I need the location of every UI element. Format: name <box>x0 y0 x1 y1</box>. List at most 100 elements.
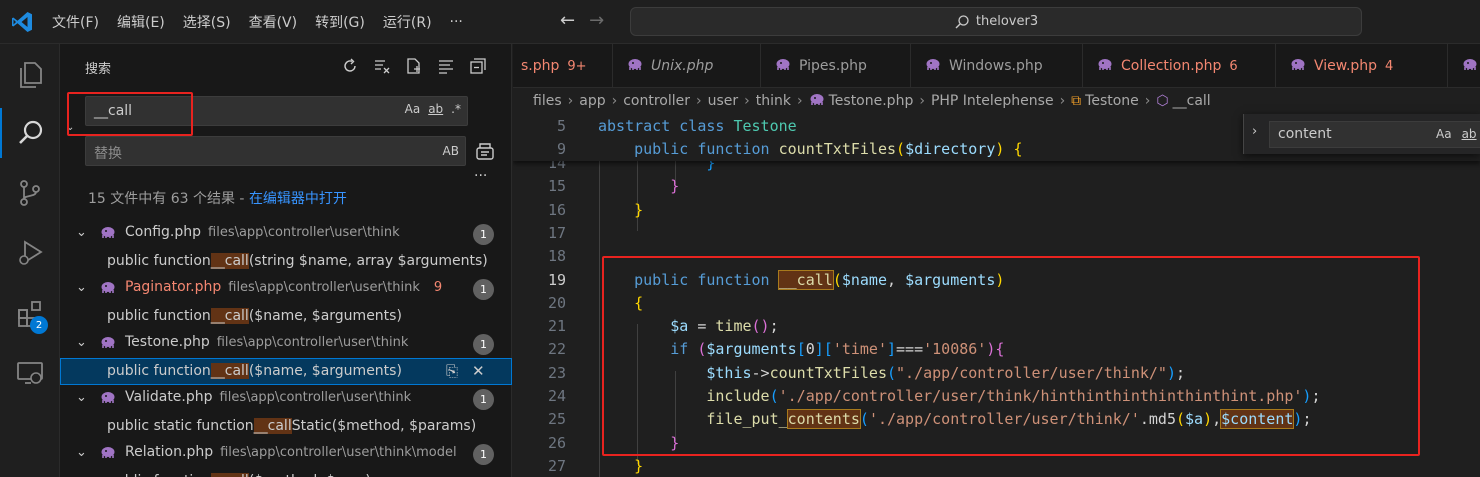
result-file-row[interactable]: ⌄ Validate.php files\app\controller\user\t… <box>60 385 512 413</box>
code-text: } <box>598 199 643 222</box>
line-number: 24 <box>547 387 566 405</box>
menu-view[interactable]: 查看(V) <box>249 12 298 32</box>
dismiss-icon[interactable]: ✕ <box>472 362 485 380</box>
search-results-tree: ⌄ Config.php files\app\controller\user\thi… <box>60 220 512 477</box>
line-number: 18 <box>547 247 566 266</box>
replace-icon[interactable]: ⎘ <box>446 362 458 380</box>
editor-tab[interactable] <box>1448 44 1480 87</box>
remote-explorer-icon <box>17 362 43 384</box>
use-regex-icon[interactable]: .* <box>451 102 461 116</box>
problem-count: 9 <box>433 280 443 295</box>
method-symbol-icon: ⬡ <box>1156 93 1169 109</box>
breadcrumb-item[interactable]: __call <box>1173 93 1211 109</box>
match-whole-word-icon[interactable]: ab <box>428 102 443 116</box>
clear-results-icon[interactable] <box>372 56 392 76</box>
breadcrumb-item[interactable]: app <box>579 93 605 109</box>
command-center[interactable]: thelover3 <box>630 7 1362 36</box>
editor-tab[interactable]: View.php 4 <box>1276 44 1448 87</box>
search-view-button[interactable] <box>0 108 60 158</box>
breadcrumb-item[interactable]: PHP Intelephense <box>931 93 1054 109</box>
code-token: } <box>670 177 680 196</box>
menu-more[interactable]: ··· <box>450 14 463 30</box>
editor-tab[interactable]: s.php 9+ <box>513 44 613 87</box>
refresh-icon[interactable] <box>340 56 360 76</box>
breadcrumb-separator-icon: › <box>567 93 574 109</box>
php-file-icon <box>1097 57 1113 75</box>
open-in-editor-link[interactable]: 在编辑器中打开 <box>249 191 347 207</box>
match-prefix: public function <box>107 308 211 325</box>
find-input-value: content <box>1278 126 1332 142</box>
result-file-row[interactable]: ⌄ Paginator.php files\app\controller\user\… <box>60 275 512 303</box>
line-number: 5 <box>556 117 566 135</box>
tab-problem-count: 4 <box>1385 58 1394 74</box>
line-number: 27 <box>547 456 566 475</box>
breadcrumb-item[interactable]: user <box>708 93 739 109</box>
toggle-replace-icon[interactable]: › <box>1252 124 1257 139</box>
code-text: public function countTxtFiles($directory… <box>598 138 1022 161</box>
menu-selection[interactable]: 选择(S) <box>183 12 231 32</box>
extensions-button[interactable]: 2 <box>0 288 60 338</box>
menu-run[interactable]: 运行(R) <box>383 12 432 32</box>
code-token: } <box>634 200 644 219</box>
find-input[interactable]: content Aa ab <box>1269 121 1480 148</box>
replace-input[interactable]: 替换 AB <box>85 136 466 166</box>
file-path: files\app\controller\user\think <box>216 335 409 350</box>
menu-bar: 文件(F) 编辑(E) 选择(S) 查看(V) 转到(G) 运行(R) ··· <box>52 0 481 44</box>
file-path: files\app\controller\user\think <box>208 225 400 240</box>
match-count-badge: 1 <box>473 334 494 355</box>
menu-go[interactable]: 转到(G) <box>315 12 365 32</box>
match-prefix: public function <box>107 253 211 270</box>
breadcrumb-item[interactable]: controller <box>623 93 690 109</box>
preserve-case-icon[interactable]: AB <box>443 144 459 158</box>
back-arrow-icon[interactable]: ← <box>560 10 575 32</box>
match-case-icon[interactable]: Aa <box>405 102 421 116</box>
breadcrumb-item[interactable]: think <box>756 93 791 109</box>
line-number: 25 <box>547 410 566 429</box>
chevron-down-icon[interactable]: ⌄ <box>76 335 87 350</box>
editor-tab[interactable]: Collection.php 6 <box>1083 44 1276 87</box>
line-number: 21 <box>547 317 566 336</box>
editor-tab[interactable]: Pipes.php <box>761 44 911 87</box>
line-number: 15 <box>547 177 566 196</box>
explorer-button[interactable] <box>0 50 60 100</box>
match-prefix: public static function <box>107 418 254 435</box>
editor-tab[interactable]: Windows.php <box>911 44 1083 87</box>
remote-explorer-button[interactable] <box>0 348 60 398</box>
new-search-editor-icon[interactable] <box>404 56 424 76</box>
file-path: files\app\controller\user\think <box>219 390 412 405</box>
match-suffix: (string $name, array $arguments) <box>248 253 488 270</box>
breadcrumb-item[interactable]: Testone.php <box>829 93 914 109</box>
replace-placeholder: 替换 <box>94 146 122 162</box>
run-debug-button[interactable] <box>0 228 60 278</box>
toggle-search-details-icon[interactable]: ··· <box>474 168 487 184</box>
result-file-row[interactable]: ⌄ Config.php files\app\controller\user\thi… <box>60 220 512 248</box>
view-as-tree-icon[interactable] <box>436 56 456 76</box>
code-token: { <box>1013 140 1023 159</box>
collapse-all-icon[interactable] <box>468 56 488 76</box>
chevron-down-icon[interactable]: ⌄ <box>76 280 87 295</box>
menu-file[interactable]: 文件(F) <box>52 12 99 32</box>
chevron-down-icon[interactable]: ⌄ <box>76 390 87 405</box>
find-match-case-icon[interactable]: Aa <box>1436 127 1452 141</box>
result-match-row[interactable]: public function __call($method, $args) <box>60 468 512 477</box>
editor-tab[interactable]: Unix.php <box>613 44 761 87</box>
result-match-row[interactable]: public function __call ($name, $arguments… <box>60 357 512 385</box>
result-match-row[interactable]: public static function __call Static($met… <box>60 413 512 441</box>
result-match-row[interactable]: public function __call (string $name, arr… <box>60 248 512 276</box>
breadcrumb-item[interactable]: Testone <box>1085 93 1139 109</box>
menu-edit[interactable]: 编辑(E) <box>117 12 165 32</box>
replace-all-icon[interactable] <box>474 140 496 162</box>
result-file-row[interactable]: ⌄ Testone.php files\app\controller\user\th… <box>60 330 512 358</box>
forward-arrow-icon[interactable]: → <box>589 10 604 32</box>
result-match-row[interactable]: public function __call ($name, $arguments… <box>60 303 512 331</box>
chevron-down-icon[interactable]: ⌄ <box>76 445 87 460</box>
result-file-name: Testone.php files\app\controller\user\thi… <box>125 334 408 350</box>
chevron-down-icon[interactable]: ⌄ <box>76 225 87 240</box>
tab-problem-count: 6 <box>1229 58 1238 74</box>
source-control-button[interactable] <box>0 168 60 218</box>
breadcrumb-item[interactable]: files <box>533 93 562 109</box>
result-file-row[interactable]: ⌄ Relation.php files\app\controller\user\t… <box>60 440 512 468</box>
find-whole-word-icon[interactable]: ab <box>1462 127 1477 141</box>
search-icon <box>19 120 43 144</box>
